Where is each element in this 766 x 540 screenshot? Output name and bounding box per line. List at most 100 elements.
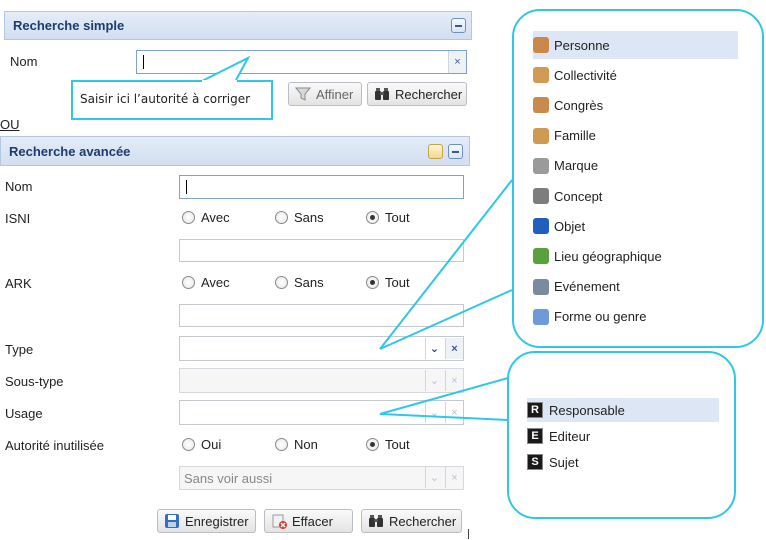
type-option[interactable]: Collectivité [533, 61, 738, 89]
usage-label: Usage [5, 406, 43, 421]
text-caret [143, 55, 144, 69]
ark-tout-radio[interactable]: Tout [366, 275, 410, 290]
floppy-disk-icon [164, 513, 180, 529]
isni-input[interactable] [179, 239, 464, 262]
type-option[interactable]: Personne [533, 31, 738, 59]
affiner-label: Affiner [316, 86, 354, 102]
voir-aussi-select[interactable]: Sans voir aussi ⌄ × [179, 466, 464, 490]
type-option[interactable]: Evénement [533, 273, 738, 301]
ark-input[interactable] [179, 304, 464, 327]
type-option[interactable]: Forme ou genre [533, 303, 738, 331]
affiner-button[interactable]: Affiner [288, 82, 362, 106]
simple-nom-label: Nom [10, 54, 38, 69]
usage-clear-button[interactable]: × [445, 402, 463, 423]
inutilisee-oui-radio[interactable]: Oui [182, 437, 221, 452]
calendar-icon [533, 278, 549, 295]
enregistrer-label: Enregistrer [185, 513, 249, 529]
tag-icon [533, 157, 549, 174]
soustype-clear-button[interactable]: × [445, 370, 463, 391]
radio-label: Avec [201, 210, 230, 225]
type-clear-button[interactable]: × [445, 338, 463, 359]
binoculars-icon [368, 513, 384, 529]
usage-option-label: Editeur [549, 428, 591, 444]
voir-aussi-dropdown-button[interactable]: ⌄ [425, 467, 443, 488]
radio-label: Avec [201, 275, 230, 290]
radio-label: Sans [294, 210, 324, 225]
ark-avec-radio[interactable]: Avec [182, 275, 230, 290]
radio-circle [182, 438, 195, 451]
advanced-search-header: Recherche avancée [0, 136, 470, 166]
congress-icon [533, 97, 549, 114]
radio-label: Tout [385, 275, 410, 290]
effacer-button[interactable]: Effacer [264, 509, 353, 533]
document-icon [533, 308, 549, 325]
usage-badge-icon: R [527, 402, 543, 418]
tooltip-top-left [71, 80, 202, 82]
radio-circle [366, 211, 379, 224]
ark-label: ARK [5, 276, 32, 291]
type-option-label: Collectivité [554, 67, 617, 83]
soustype-label: Sous-type [5, 374, 64, 389]
or-separator: OU [0, 117, 20, 132]
type-callout: Personne Collectivité Congrès Famille Marque… [512, 9, 764, 348]
radio-circle [366, 276, 379, 289]
usage-option[interactable]: R Responsable [527, 398, 719, 422]
type-option-label: Famille [554, 128, 596, 144]
text-caret [186, 180, 187, 194]
binoculars-icon [374, 86, 390, 102]
type-option[interactable]: Objet [533, 212, 738, 240]
usage-badge-icon: S [527, 454, 543, 470]
radio-label: Oui [201, 437, 222, 452]
adv-nom-input[interactable] [179, 175, 464, 199]
usage-list: R Responsable E Editeur S Sujet [527, 398, 719, 478]
isni-tout-radio[interactable]: Tout [366, 210, 410, 225]
type-dropdown-button[interactable]: ⌄ [425, 338, 443, 359]
isni-label: ISNI [5, 211, 31, 226]
type-list: Personne Collectivité Congrès Famille Marque… [533, 31, 738, 336]
globe-icon [533, 248, 549, 265]
type-option[interactable]: Marque [533, 152, 738, 180]
advanced-search-button[interactable]: Rechercher [361, 509, 462, 533]
simple-search-label: Rechercher [395, 86, 463, 102]
collapse-advanced-button[interactable] [448, 144, 463, 159]
simple-search-button[interactable]: Rechercher [367, 82, 467, 106]
text-cursor-mark [468, 529, 469, 539]
radio-label: Tout [385, 210, 410, 225]
advanced-search-title: Recherche avancée [9, 143, 131, 159]
inutilisee-tout-radio[interactable]: Tout [366, 437, 410, 452]
type-option[interactable]: Congrès [533, 91, 738, 119]
type-option-label: Marque [554, 158, 599, 174]
usage-option[interactable]: S Sujet [527, 450, 719, 474]
enregistrer-button[interactable]: Enregistrer [157, 509, 256, 533]
usage-option-label: Sujet [549, 454, 579, 470]
simple-search-header: Recherche simple [4, 11, 472, 40]
object-icon [533, 218, 549, 235]
soustype-select[interactable]: ⌄ × [179, 368, 464, 393]
inutilisee-non-radio[interactable]: Non [275, 437, 318, 452]
isni-sans-radio[interactable]: Sans [275, 210, 324, 225]
radio-label: Sans [294, 275, 324, 290]
usage-option[interactable]: E Editeur [527, 424, 719, 448]
save-query-icon[interactable] [428, 144, 443, 159]
collapse-simple-button[interactable] [451, 18, 466, 33]
ark-sans-radio[interactable]: Sans [275, 275, 324, 290]
type-option[interactable]: Lieu géographique [533, 242, 738, 270]
clear-simple-nom-button[interactable]: × [448, 51, 466, 73]
radio-circle [182, 211, 195, 224]
usage-dropdown-button[interactable]: ⌄ [425, 402, 443, 423]
type-option[interactable]: Concept [533, 182, 738, 210]
isni-avec-radio[interactable]: Avec [182, 210, 230, 225]
type-option-label: Lieu géographique [554, 248, 662, 264]
family-icon [533, 127, 549, 144]
voir-aussi-clear-button[interactable]: × [445, 467, 463, 488]
type-option-label: Evénement [554, 279, 620, 295]
simple-search-title: Recherche simple [13, 18, 125, 33]
type-select[interactable]: ⌄ × [179, 336, 464, 361]
eraser-icon [271, 513, 287, 529]
usage-select[interactable]: ⌄ × [179, 400, 464, 425]
radio-circle [182, 276, 195, 289]
soustype-dropdown-button[interactable]: ⌄ [425, 370, 443, 391]
type-option[interactable]: Famille [533, 122, 738, 150]
tooltip-top-right [237, 80, 273, 82]
radio-circle [275, 438, 288, 451]
